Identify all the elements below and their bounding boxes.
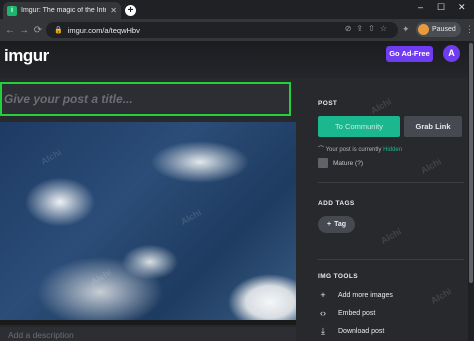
mature-toggle[interactable]: Mature (?) [318,158,363,168]
tag-label: Tag [334,221,347,228]
visibility-status[interactable]: Hidden [383,147,402,153]
code-icon: ‹› [320,308,326,318]
extensions-icon[interactable]: ✦ [402,24,410,35]
mature-checkbox[interactable] [318,158,328,168]
page-scrollbar[interactable] [468,41,474,341]
imgur-favicon-icon: i [7,5,17,16]
eye-off-icon: ⌒ [318,147,325,153]
new-tab-button[interactable]: + [125,5,136,16]
post-title-input[interactable] [2,84,289,114]
post-heading: POST [318,100,338,107]
plus-icon: + [326,221,332,228]
profile-avatar [418,24,429,35]
visibility-note: ⌒ Your post is currently Hidden [318,144,402,153]
back-icon[interactable]: ← [3,25,17,36]
watermark: Alchi [418,156,444,176]
profile-status: Paused [432,26,456,33]
add-tag-button[interactable]: + Tag [318,216,355,233]
tab-title: Imgur: The magic of the Internet [21,7,106,14]
download-icon: ⤓ [321,326,325,336]
watermark: Alchi [378,226,404,246]
minimize-icon[interactable]: – [418,2,423,12]
browser-tab[interactable]: i Imgur: The magic of the Internet ✕ [3,2,121,19]
imgur-logo[interactable]: imgur [4,46,49,66]
scrollbar-thumb[interactable] [469,43,473,283]
divider [318,259,464,260]
img-tools-heading: IMG TOOLS [318,273,358,280]
add-tags-heading: ADD TAGS [318,200,355,207]
plus-icon: + [320,290,326,300]
embed-post-button[interactable]: ‹› Embed post [318,308,375,318]
window-close-icon[interactable]: ✕ [458,2,466,13]
browser-toolbar: ← → ⟳ 🔒 imgur.com/a/teqwHbv ⊘⇪⇧☆ ✦ Pause… [0,19,474,41]
address-bar[interactable]: 🔒 imgur.com/a/teqwHbv ⊘⇪⇧☆ [46,22,398,38]
grab-link-button[interactable]: Grab Link [404,116,462,137]
download-post-button[interactable]: ⤓ Download post [318,326,384,337]
tool-label: Embed post [338,309,376,317]
tool-label: Add more images [338,291,393,299]
user-avatar[interactable]: A [443,45,460,62]
profile-button[interactable]: Paused [416,22,461,37]
to-community-button[interactable]: To Community [318,116,400,137]
image-caption-strip [0,320,296,325]
add-more-images-button[interactable]: + Add more images [318,290,393,300]
watermark: Alchi [178,207,204,227]
satellite-image: Alchi Alchi Alchi [0,122,296,325]
imgur-page: imgur Go Ad-Free A Alchi Alchi Alchi Add… [0,41,474,341]
close-tab-icon[interactable]: ✕ [110,6,117,15]
maximize-icon[interactable]: ☐ [437,2,445,13]
divider [318,182,464,183]
site-header: imgur Go Ad-Free A [0,41,474,79]
post-title-box [0,82,291,116]
address-bar-icons[interactable]: ⊘⇪⇧☆ [345,24,392,33]
go-ad-free-button[interactable]: Go Ad-Free [386,46,433,62]
mature-label: Mature (?) [333,159,363,167]
visibility-prefix: Your post is currently [325,147,382,153]
tool-label: Download post [338,328,385,335]
watermark: Alchi [88,267,114,287]
url-text: imgur.com/a/teqwHbv [67,25,140,35]
watermark: Alchi [38,147,64,167]
forward-icon[interactable]: → [17,25,31,36]
watermark: Alchi [428,286,454,306]
browser-menu-icon[interactable]: ⋮ [465,24,474,35]
lock-icon: 🔒 [54,27,63,34]
tab-strip: i Imgur: The magic of the Internet ✕ + –… [0,0,474,19]
description-input[interactable]: Add a description [0,327,296,341]
watermark: Alchi [368,96,394,116]
reload-icon[interactable]: ⟳ [31,25,45,36]
